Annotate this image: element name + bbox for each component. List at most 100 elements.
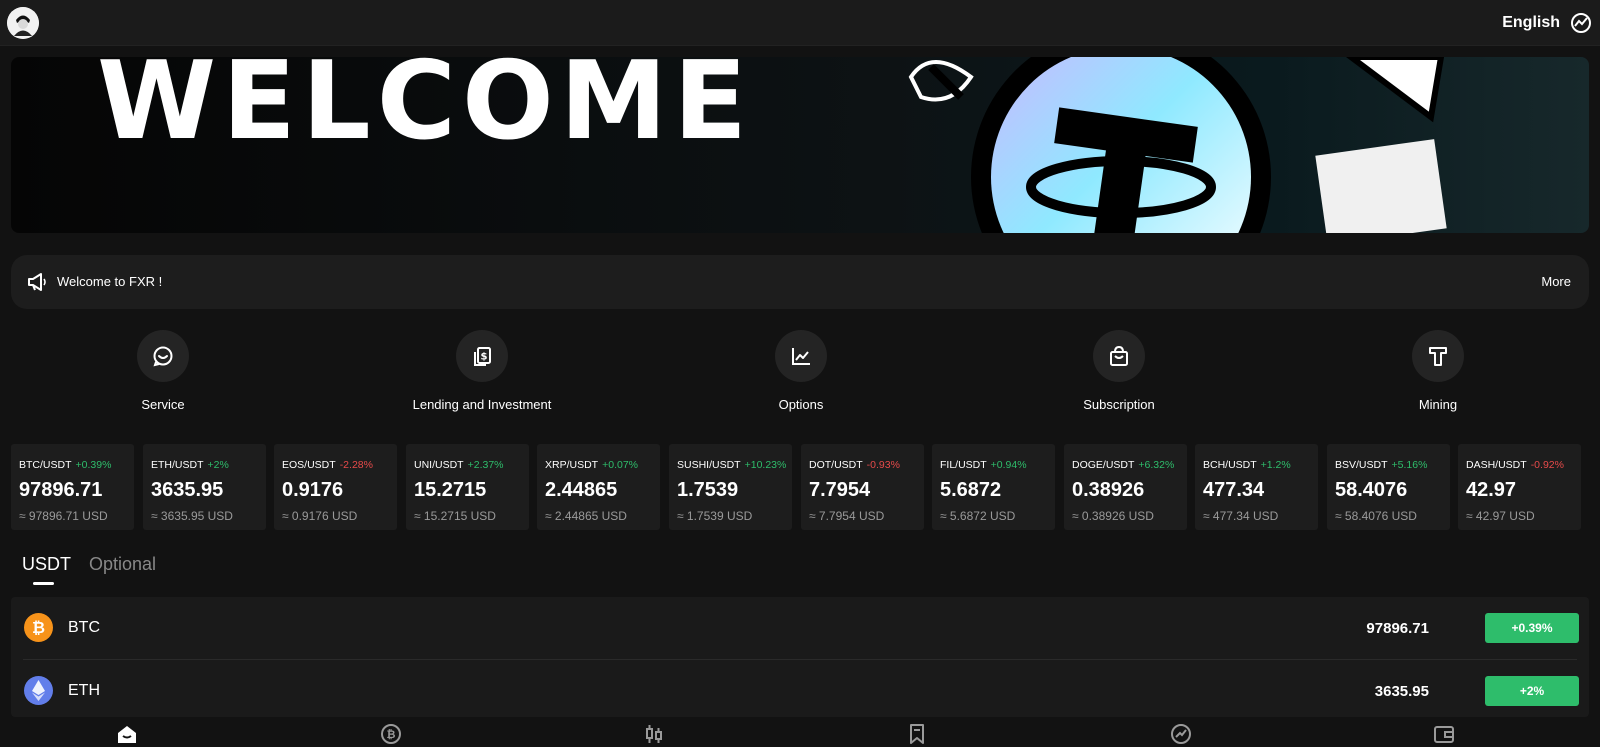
ticker-change: +2.37%	[467, 459, 504, 471]
market-row[interactable]: ₿ BTC 97896.71 +0.39%	[11, 597, 1589, 659]
ticker-price: 58.4076	[1335, 479, 1408, 501]
ticker-pair: ETH/USDT	[151, 459, 204, 471]
more-link[interactable]: More	[1541, 274, 1571, 289]
ticker-card[interactable]: DOGE/USDT +6.32% 0.38926 ≈ 0.38926 USD	[1064, 444, 1187, 530]
svg-text:₿: ₿	[32, 618, 45, 637]
change-badge[interactable]: +2%	[1485, 676, 1579, 706]
ticker-change: +10.23%	[744, 459, 787, 471]
coin-price: 3635.95	[1374, 683, 1429, 700]
ticker-pair: DASH/USDT	[1466, 459, 1527, 471]
change-badge[interactable]: +0.39%	[1485, 613, 1579, 643]
bitcoin-icon: ₿	[24, 613, 53, 642]
bitcoin-circle-icon[interactable]: ₿	[380, 723, 402, 745]
ticker-usd: ≈ 97896.71 USD	[19, 509, 108, 523]
ticker-usd: ≈ 7.7954 USD	[809, 509, 885, 523]
bottom-nav: ₿	[0, 717, 1600, 747]
ticker-card[interactable]: UNI/USDT +2.37% 15.2715 ≈ 15.2715 USD	[406, 444, 529, 530]
ticker-pair: BTC/USDT	[19, 459, 72, 471]
ticker-pair: XRP/USDT	[545, 459, 599, 471]
announcement-text: Welcome to FXR !	[57, 274, 163, 289]
ticker-change: +0.39%	[75, 459, 112, 471]
ticker-card[interactable]: BSV/USDT +5.16% 58.4076 ≈ 58.4076 USD	[1327, 444, 1450, 530]
ticker-pair: DOT/USDT	[809, 459, 863, 471]
ticker-price: 1.7539	[677, 479, 739, 501]
tab-usdt[interactable]: USDT	[22, 554, 71, 575]
ticker-card[interactable]: EOS/USDT -2.28% 0.9176 ≈ 0.9176 USD	[274, 444, 397, 530]
coin-name: ETH	[68, 682, 100, 699]
ticker-usd: ≈ 477.34 USD	[1203, 509, 1279, 523]
quick-menu-label: Options	[778, 397, 824, 412]
quick-menu-label: Mining	[1418, 397, 1458, 412]
ticker-price: 7.7954	[809, 479, 871, 501]
ticker-pair: FIL/USDT	[940, 459, 987, 471]
ticker-change: +6.32%	[1138, 459, 1175, 471]
megaphone-icon	[27, 272, 47, 292]
ticker-change: -2.28%	[339, 459, 373, 471]
chat-icon	[137, 330, 189, 382]
quick-menu-mining[interactable]: Mining	[1338, 330, 1538, 412]
svg-text:$: $	[481, 352, 488, 363]
market-row[interactable]: ETH 3635.95 +2%	[11, 660, 1589, 717]
ticker-change: +0.94%	[990, 459, 1027, 471]
ticker-pair: DOGE/USDT	[1072, 459, 1135, 471]
ticker-usd: ≈ 3635.95 USD	[151, 509, 233, 523]
home-icon[interactable]	[116, 723, 138, 745]
coin-name: BTC	[68, 619, 100, 636]
ticker-price: 42.97	[1466, 479, 1517, 501]
ticker-price: 2.44865	[545, 479, 618, 501]
ticker-price: 477.34	[1203, 479, 1265, 501]
welcome-banner[interactable]: WELCOME	[11, 57, 1589, 233]
ticker-price: 97896.71	[19, 479, 103, 501]
quick-menu-options[interactable]: Options	[701, 330, 901, 412]
ticker-card[interactable]: BTC/USDT +0.39% 97896.71 ≈ 97896.71 USD	[11, 444, 134, 530]
ticker-pair: EOS/USDT	[282, 459, 336, 471]
quick-menu-service[interactable]: Service	[63, 330, 263, 412]
ticker-card[interactable]: ETH/USDT +2% 3635.95 ≈ 3635.95 USD	[143, 444, 266, 530]
tether-icon	[1412, 330, 1464, 382]
ticker-price: 15.2715	[414, 479, 487, 501]
quick-menu-lending[interactable]: $ Lending and Investment	[382, 330, 582, 412]
bookmark-icon[interactable]	[906, 723, 928, 745]
ticker-price: 5.6872	[940, 479, 1002, 501]
ticker-usd: ≈ 0.38926 USD	[1072, 509, 1154, 523]
quick-menu-label: Lending and Investment	[412, 397, 552, 412]
ticker-change: -0.92%	[1530, 459, 1564, 471]
quick-menu-label: Service	[141, 397, 185, 412]
ticker-card[interactable]: SUSHI/USDT +10.23% 1.7539 ≈ 1.7539 USD	[669, 444, 792, 530]
globe-icon[interactable]	[1570, 12, 1592, 34]
ticker-card[interactable]: FIL/USDT +0.94% 5.6872 ≈ 5.6872 USD	[932, 444, 1055, 530]
ticker-strip: BTC/USDT +0.39% 97896.71 ≈ 97896.71 USD E…	[11, 444, 1600, 530]
trend-icon[interactable]	[1170, 723, 1192, 745]
ticker-pair: UNI/USDT	[414, 459, 464, 471]
ticker-card[interactable]: XRP/USDT +0.07% 2.44865 ≈ 2.44865 USD	[537, 444, 660, 530]
ticker-card[interactable]: DOT/USDT -0.93% 7.7954 ≈ 7.7954 USD	[801, 444, 924, 530]
chart-line-icon	[775, 330, 827, 382]
ticker-usd: ≈ 1.7539 USD	[677, 509, 753, 523]
tab-optional[interactable]: Optional	[89, 554, 156, 575]
ticker-pair: SUSHI/USDT	[677, 459, 741, 471]
banner-text: WELCOME	[97, 57, 754, 164]
ticker-usd: ≈ 58.4076 USD	[1335, 509, 1417, 523]
ticker-card[interactable]: DASH/USDT -0.92% 42.97 ≈ 42.97 USD	[1458, 444, 1581, 530]
ticker-change: -0.93%	[866, 459, 900, 471]
ticker-price: 0.38926	[1072, 479, 1145, 501]
ticker-change: +2%	[207, 459, 229, 471]
quick-menu-label: Subscription	[1083, 397, 1155, 412]
announcement-bar[interactable]: Welcome to FXR ! More	[11, 255, 1589, 309]
ethereum-icon	[24, 676, 53, 705]
ticker-usd: ≈ 15.2715 USD	[414, 509, 496, 523]
ticker-usd: ≈ 2.44865 USD	[545, 509, 627, 523]
tether-coin-illustration	[908, 57, 1447, 233]
svg-text:₿: ₿	[387, 728, 396, 741]
quick-menu-subscription[interactable]: Subscription	[1019, 330, 1219, 412]
candlestick-icon[interactable]	[643, 723, 665, 745]
ticker-card[interactable]: BCH/USDT +1.2% 477.34 ≈ 477.34 USD	[1195, 444, 1318, 530]
document-dollar-icon: $	[456, 330, 508, 382]
user-avatar-icon[interactable]	[7, 7, 39, 39]
ticker-price: 3635.95	[151, 479, 224, 501]
ticker-price: 0.9176	[282, 479, 344, 501]
language-selector[interactable]: English	[1502, 14, 1560, 32]
wallet-icon[interactable]	[1433, 723, 1455, 745]
ticker-pair: BSV/USDT	[1335, 459, 1388, 471]
ticker-usd: ≈ 42.97 USD	[1466, 509, 1535, 523]
